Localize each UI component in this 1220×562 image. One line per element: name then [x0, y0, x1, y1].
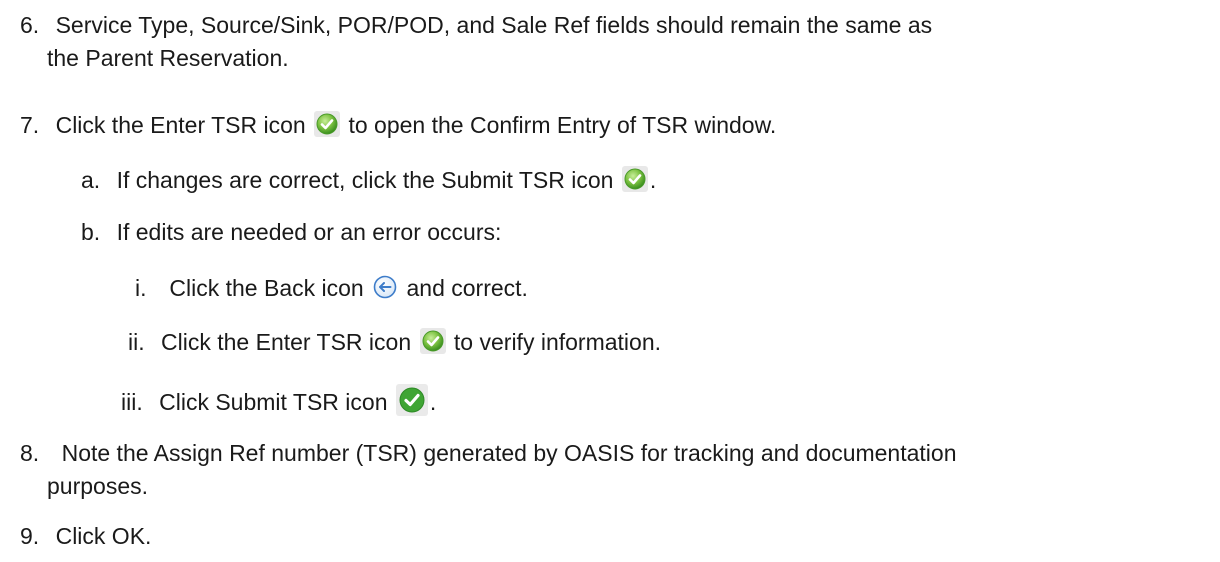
step-7-text-before: Click the Enter TSR icon — [55, 112, 306, 138]
step-9: 9. Click OK. — [20, 520, 151, 552]
step-7b-ii-number: ii. — [128, 329, 145, 355]
step-8-number: 8. — [20, 440, 40, 466]
step-7b: b. If edits are needed or an error occur… — [81, 216, 501, 248]
step-7: 7. Click the Enter TSR icon to open the … — [20, 109, 776, 141]
step-7b-i: i. Click the Back icon and correct. — [135, 272, 528, 304]
step-7b-text: If edits are needed or an error occurs: — [116, 219, 502, 245]
step-8-line-2: purposes. — [47, 470, 148, 502]
step-6-line-1: 6. Service Type, Source/Sink, POR/POD, a… — [20, 9, 932, 41]
submit-tsr-check-icon — [395, 384, 428, 416]
step-6-number: 6. — [20, 12, 40, 38]
step-7b-i-number: i. — [135, 275, 147, 301]
step-7b-ii-text-before: Click the Enter TSR icon — [161, 329, 412, 355]
step-8-text-line-1: Note the Assign Ref number (TSR) generat… — [61, 440, 957, 466]
submit-tsr-check-icon — [621, 166, 648, 192]
step-7-text-after: to open the Confirm Entry of TSR window. — [348, 112, 777, 138]
step-7b-iii: iii. Click Submit TSR icon . — [121, 384, 436, 418]
step-6-text-line-2: the Parent Reservation. — [47, 45, 289, 71]
step-7b-iii-number: iii. — [121, 389, 143, 415]
step-7a-number: a. — [81, 167, 101, 193]
step-8-text-line-2: purposes. — [47, 473, 149, 499]
step-7a: a. If changes are correct, click the Sub… — [81, 164, 656, 196]
step-7-number: 7. — [20, 112, 40, 138]
step-7b-number: b. — [81, 219, 101, 245]
step-7b-ii-text-after: to verify information. — [453, 329, 662, 355]
step-6-line-2: the Parent Reservation. — [47, 42, 289, 74]
step-7a-text-after: . — [649, 167, 657, 193]
step-7b-i-text-after: and correct. — [406, 275, 528, 301]
step-7a-text-before: If changes are correct, click the Submit… — [116, 167, 614, 193]
enter-tsr-check-icon — [314, 111, 341, 137]
step-9-number: 9. — [20, 523, 40, 549]
step-7b-ii: ii. Click the Enter TSR icon to verify i… — [128, 326, 661, 358]
enter-tsr-check-icon — [419, 328, 446, 354]
step-6-text-line-1: Service Type, Source/Sink, POR/POD, and … — [55, 12, 933, 38]
step-7b-iii-text-before: Click Submit TSR icon — [159, 389, 388, 415]
back-arrow-icon — [372, 274, 398, 300]
step-8-line-1: 8. Note the Assign Ref number (TSR) gene… — [20, 437, 957, 469]
step-7b-iii-text-after: . — [429, 389, 437, 415]
step-9-text: Click OK. — [55, 523, 152, 549]
step-7b-i-text-before: Click the Back icon — [169, 275, 364, 301]
